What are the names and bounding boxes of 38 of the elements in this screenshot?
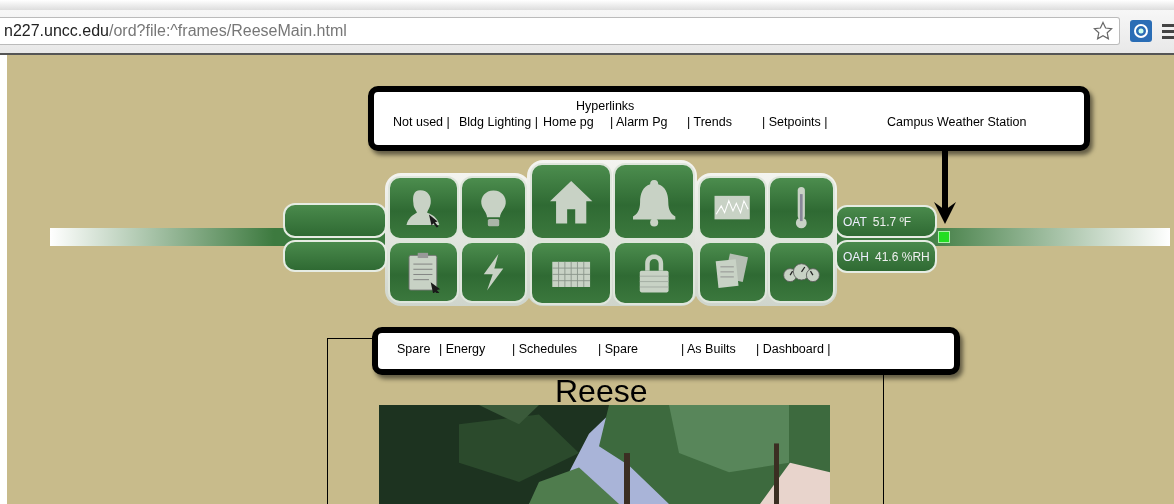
extension-icon[interactable]: [1130, 20, 1152, 43]
hyperlink[interactable]: Not used |: [393, 115, 450, 129]
nav-tile-button[interactable]: [530, 241, 612, 305]
thermometer-icon: [795, 186, 808, 230]
nav-tile-button[interactable]: [613, 241, 695, 305]
nav-tile-button[interactable]: [388, 176, 459, 240]
hyperlink[interactable]: Home pg: [543, 115, 594, 129]
readout-label: OAH: [843, 249, 869, 264]
nav-tile-button[interactable]: [388, 241, 459, 303]
nav-tile-button[interactable]: [768, 176, 835, 240]
nav-tile-button[interactable]: [698, 241, 767, 303]
nav-tile-button[interactable]: [768, 241, 835, 303]
nav-tile-button[interactable]: [460, 176, 527, 240]
hyperlink[interactable]: | Spare: [598, 342, 639, 356]
hyperlink[interactable]: | Schedules: [512, 342, 578, 356]
readout-value: 41.6 %RH: [875, 249, 930, 264]
hyperlink[interactable]: Spare: [397, 342, 431, 356]
hyperlink[interactable]: | Dashboard |: [756, 342, 831, 356]
url-path: /ord?file:^frames/ReeseMain.html: [109, 22, 347, 41]
menu-icon[interactable]: [1162, 23, 1174, 40]
nav-tile-button[interactable]: [698, 176, 767, 240]
hyperlink[interactable]: | Setpoints |: [762, 115, 828, 129]
nav-tile-button[interactable]: [460, 241, 527, 303]
nav-tile-button[interactable]: [613, 163, 695, 240]
hyperlink[interactable]: | As Builts: [681, 342, 736, 356]
callout-heading: Hyperlinks: [576, 99, 635, 113]
readout-label: OAT: [843, 214, 867, 229]
hyperlink[interactable]: | Trends: [687, 115, 732, 129]
building-title: Reese: [555, 375, 648, 407]
address-field[interactable]: n227.uncc.edu/ord?file:^frames/ReeseMain.html: [0, 17, 1120, 46]
hyperlink[interactable]: | Alarm Pg: [610, 115, 668, 129]
hyperlink[interactable]: Bldg Lighting |: [459, 115, 538, 129]
bookmark-star-icon[interactable]: [1093, 21, 1113, 42]
hyperlink[interactable]: Campus Weather Station: [887, 115, 1027, 129]
hyperlink[interactable]: | Energy: [439, 342, 486, 356]
nav-tile-button[interactable]: [530, 163, 612, 240]
readout-value: 51.7 ºF: [872, 214, 912, 229]
url-host: n227.uncc.edu: [4, 22, 109, 41]
